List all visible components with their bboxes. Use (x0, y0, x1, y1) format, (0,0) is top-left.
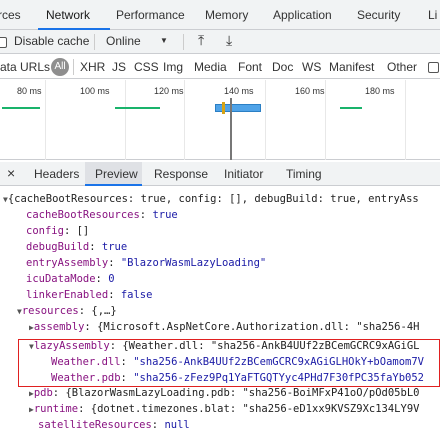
tab-performance[interactable]: Performance (116, 8, 185, 22)
gridline (325, 80, 326, 160)
filter-media[interactable]: Media (194, 60, 227, 74)
gridline (184, 80, 185, 160)
tab-headers[interactable]: Headers (34, 167, 79, 181)
json-prop: icuDataMode: 0 (26, 273, 115, 285)
filter-bar: ata URLs All XHR JS CSS Img Media Font D… (0, 55, 440, 79)
json-prop: cacheBootResources: true (26, 209, 178, 221)
devtools-tab-bar: rces Network Performance Memory Applicat… (0, 0, 440, 30)
waterfall-bar (115, 107, 160, 109)
tab-network[interactable]: Network (46, 8, 90, 22)
tick-label: 100 ms (80, 86, 110, 96)
chevron-down-icon[interactable]: ▼ (160, 36, 168, 45)
json-prop: config: [] (26, 225, 90, 237)
filter-all[interactable]: All (51, 58, 69, 76)
tab-initiator[interactable]: Initiator (224, 167, 263, 181)
gridline (125, 80, 126, 160)
highlight-box (18, 339, 440, 387)
waterfall-bar (340, 107, 362, 109)
tab-timing[interactable]: Timing (286, 167, 322, 181)
filter-ws[interactable]: WS (302, 60, 321, 74)
filter-manifest[interactable]: Manifest (329, 60, 374, 74)
json-prop: debugBuild: true (26, 241, 128, 253)
upload-icon[interactable]: ⤒ (198, 32, 204, 49)
filter-js[interactable]: JS (112, 60, 126, 74)
tick-label: 140 ms (224, 86, 254, 96)
timeline-overview[interactable]: 80 ms 100 ms 120 ms 140 ms 160 ms 180 ms (0, 80, 440, 160)
json-prop: entryAssembly: "BlazorWasmLazyLoading" (26, 257, 267, 269)
gridline (45, 80, 46, 160)
time-cursor (230, 98, 232, 160)
tick-label: 80 ms (17, 86, 42, 96)
json-prop-runtime[interactable]: ▶runtime: {dotnet.timezones.blat: "sha25… (29, 401, 419, 417)
json-prop-resources[interactable]: ▼resources: {,…} (17, 303, 117, 319)
hide-data-urls-label[interactable]: ata URLs (0, 60, 50, 74)
filter-font[interactable]: Font (238, 60, 262, 74)
close-icon[interactable]: × (7, 165, 15, 181)
json-prop-assembly[interactable]: ▶assembly: {Microsoft.AspNetCore.Authori… (29, 319, 419, 335)
disable-cache-label: Disable cache (14, 34, 90, 48)
toolbar-divider (94, 34, 95, 50)
throttle-select[interactable]: Online (106, 34, 141, 48)
toolbar-divider (183, 34, 184, 50)
tab-sources[interactable]: rces (0, 8, 21, 22)
tab-application[interactable]: Application (273, 8, 332, 22)
gridline (265, 80, 266, 160)
json-preview: ▼{cacheBootResources: true, config: [], … (0, 187, 440, 434)
gridline (405, 80, 406, 160)
filter-doc[interactable]: Doc (272, 60, 293, 74)
tab-response[interactable]: Response (154, 167, 208, 181)
tab-security[interactable]: Security (357, 8, 400, 22)
active-tab-indicator (85, 184, 142, 186)
toolbar-divider (73, 59, 74, 75)
download-icon[interactable]: ⤓ (226, 32, 232, 49)
tab-memory[interactable]: Memory (205, 8, 248, 22)
tick-label: 180 ms (365, 86, 395, 96)
request-detail-tabs: × Headers Preview Response Initiator Tim… (0, 162, 440, 186)
json-root-line[interactable]: ▼{cacheBootResources: true, config: [], … (3, 191, 419, 207)
tab-preview[interactable]: Preview (95, 167, 138, 181)
json-prop: linkerEnabled: false (26, 289, 153, 301)
filter-xhr[interactable]: XHR (80, 60, 105, 74)
tab-lighthouse[interactable]: Li (428, 8, 437, 22)
blocked-requests-checkbox[interactable] (428, 61, 439, 75)
waterfall-marker (222, 102, 225, 114)
filter-other[interactable]: Other (387, 60, 417, 74)
filter-css[interactable]: CSS (134, 60, 159, 74)
filter-img[interactable]: Img (163, 60, 183, 74)
json-prop: satelliteResources: null (38, 419, 190, 431)
tick-label: 120 ms (154, 86, 184, 96)
network-toolbar: Disable cache Online ▼ ⤒ ⤓ (0, 30, 440, 54)
tick-label: 160 ms (295, 86, 325, 96)
json-prop-pdb[interactable]: ▶pdb: {BlazorWasmLazyLoading.pdb: "sha25… (29, 385, 419, 401)
waterfall-bar (2, 107, 40, 109)
disable-cache-checkbox[interactable] (0, 36, 7, 50)
